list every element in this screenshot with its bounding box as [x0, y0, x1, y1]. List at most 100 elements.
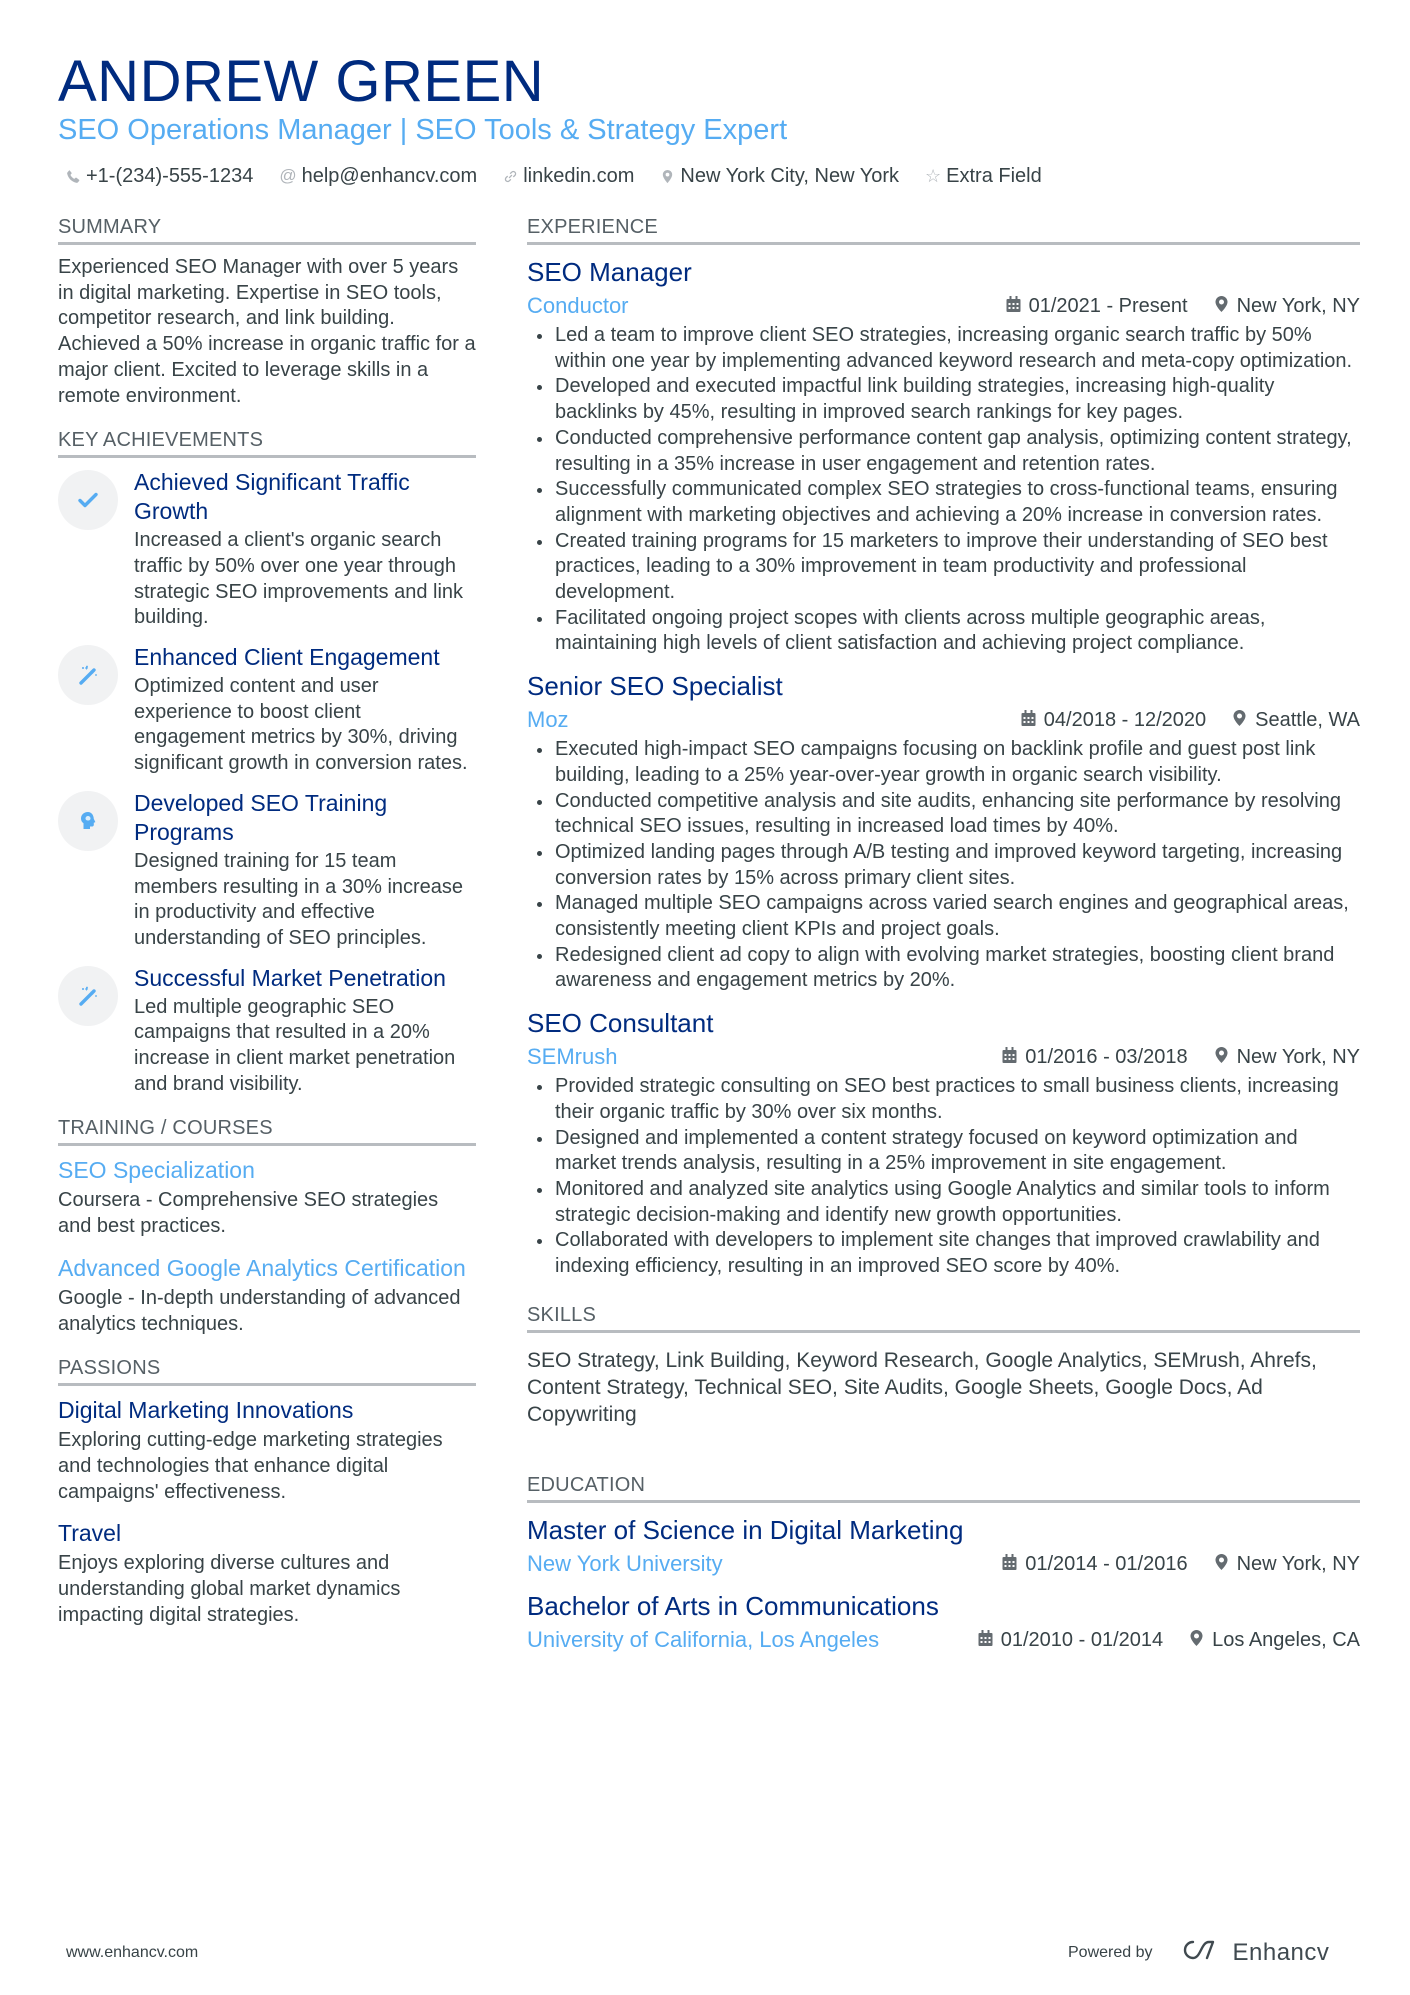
- skills-text: SEO Strategy, Link Building, Keyword Res…: [527, 1348, 1317, 1426]
- achievement-text: Increased a client's organic search traf…: [134, 529, 464, 629]
- company-name: Conductor: [527, 293, 629, 318]
- education-entry: Master of Science in Digital Marketing N…: [527, 1513, 1360, 1579]
- right-column: EXPERIENCE SEO Manager Conductor 01/2021…: [527, 214, 1360, 1665]
- degree-title: Bachelor of Arts in Communications: [527, 1590, 939, 1621]
- location-pin-icon: [1214, 292, 1229, 320]
- job-bullet: Redesigned client ad copy to align with …: [527, 943, 1360, 994]
- job-bullets: Led a team to improve client SEO strateg…: [527, 323, 1360, 657]
- company-name: Moz: [527, 707, 569, 733]
- phone-icon: [66, 169, 81, 184]
- job-dates: 04/2018 - 12/2020: [1043, 709, 1207, 732]
- section-title-passions: PASSIONS: [58, 1355, 476, 1387]
- enhancv-brand[interactable]: Enhancv: [1179, 1938, 1330, 1967]
- contact-phone-text: +1-(234)-555-1234: [86, 165, 254, 187]
- training-item: SEO Specialization Coursera - Comprehens…: [58, 1156, 476, 1239]
- powered-by-label: Powered by: [1068, 1943, 1153, 1961]
- job-bullet: Conducted competitive analysis and site …: [527, 789, 1360, 840]
- contact-linkedin-text: linkedin.com: [523, 165, 635, 187]
- training-section: TRAINING / COURSES SEO Specialization Co…: [58, 1115, 476, 1337]
- job-bullet: Facilitated ongoing project scopes with …: [527, 606, 1360, 657]
- job-location: Seattle, WA: [1255, 709, 1360, 732]
- job-entry: Senior SEO Specialist Moz 04/2018 - 12/2…: [527, 669, 1360, 994]
- job-bullets: Executed high-impact SEO campaigns focus…: [527, 737, 1360, 994]
- link-icon: [503, 169, 518, 184]
- job-bullet: Successfully communicated complex SEO st…: [527, 477, 1360, 528]
- checkmark-icon: [58, 470, 118, 531]
- job-entry: SEO Manager Conductor 01/2021 - Present …: [527, 255, 1360, 657]
- footer-branding: Powered by Enhancv: [1068, 1938, 1329, 1967]
- location-pin-icon: [1232, 706, 1247, 734]
- education-dates: 01/2014 - 01/2016: [1025, 1552, 1188, 1575]
- achievement-title: Enhanced Client Engagement: [134, 644, 440, 671]
- section-title-skills: SKILLS: [527, 1302, 1360, 1333]
- job-bullet: Managed multiple SEO campaigns across va…: [527, 891, 1360, 942]
- training-title: SEO Specialization: [58, 1157, 255, 1184]
- job-location: New York, NY: [1236, 1046, 1360, 1069]
- magic-wand-icon: [58, 965, 118, 1026]
- degree-title: Master of Science in Digital Marketing: [527, 1514, 964, 1545]
- job-bullet: Monitored and analyzed site analytics us…: [527, 1177, 1360, 1228]
- achievement-title: Developed SEO Training Programs: [134, 789, 388, 845]
- section-title-achievements: KEY ACHIEVEMENTS: [58, 427, 476, 459]
- passion-text: Exploring cutting-edge marketing strateg…: [58, 1429, 443, 1503]
- achievement-title: Successful Market Penetration: [134, 964, 446, 991]
- achievement-text: Optimized content and user experience to…: [134, 675, 468, 775]
- job-bullet: Optimized landing pages through A/B test…: [527, 840, 1360, 891]
- head-brain-icon: [58, 790, 118, 851]
- job-bullet: Conducted comprehensive performance cont…: [527, 426, 1360, 477]
- footer-website-link[interactable]: www.enhancv.com: [66, 1944, 198, 1962]
- contact-phone[interactable]: +1-(234)-555-1234: [66, 162, 253, 190]
- company-name: SEMrush: [527, 1044, 618, 1070]
- job-dates: 01/2016 - 03/2018: [1025, 1046, 1188, 1069]
- job-title: SEO Consultant: [527, 1008, 714, 1039]
- calendar-icon: [1006, 292, 1021, 320]
- location-pin-icon: [1189, 1626, 1204, 1654]
- experience-section: EXPERIENCE SEO Manager Conductor 01/2021…: [527, 214, 1360, 1280]
- training-text: Coursera - Comprehensive SEO strategies …: [58, 1189, 439, 1238]
- candidate-headline: SEO Operations Manager | SEO Tools & Str…: [58, 114, 788, 146]
- achievement-item: Developed SEO Training Programs Designed…: [58, 789, 476, 952]
- job-entry: SEO Consultant SEMrush 01/2016 - 03/2018…: [527, 1006, 1360, 1280]
- at-icon: @: [279, 166, 297, 185]
- brand-name: Enhancv: [1232, 1938, 1330, 1966]
- training-title: Advanced Google Analytics Certification: [58, 1254, 466, 1281]
- job-bullet: Created training programs for 15 markete…: [527, 529, 1360, 606]
- candidate-name: ANDREW GREEN: [58, 49, 545, 114]
- school-name: New York University: [527, 1550, 723, 1576]
- achievements-section: KEY ACHIEVEMENTS Achieved Significant Tr…: [58, 427, 476, 1097]
- job-bullet: Collaborated with developers to implemen…: [527, 1228, 1360, 1279]
- contact-row: +1-(234)-555-1234 @ help@enhancv.com lin…: [66, 162, 1042, 190]
- job-bullet: Executed high-impact SEO campaigns focus…: [527, 737, 1360, 788]
- education-entry: Bachelor of Arts in Communications Unive…: [527, 1589, 1360, 1655]
- job-bullet: Provided strategic consulting on SEO bes…: [527, 1074, 1360, 1125]
- summary-section: SUMMARY Experienced SEO Manager with ove…: [58, 214, 476, 409]
- contact-location: New York City, New York: [660, 162, 899, 190]
- job-bullet: Designed and implemented a content strat…: [527, 1126, 1360, 1177]
- location-pin-icon: [660, 169, 675, 184]
- section-title-experience: EXPERIENCE: [527, 214, 1360, 245]
- summary-text: Experienced SEO Manager with over 5 year…: [58, 256, 476, 407]
- left-column: SUMMARY Experienced SEO Manager with ove…: [58, 214, 476, 1647]
- school-name: University of California, Los Angeles: [527, 1626, 880, 1652]
- job-title: SEO Manager: [527, 257, 692, 287]
- training-text: Google - In-depth understanding of advan…: [58, 1286, 461, 1335]
- location-pin-icon: [1214, 1043, 1229, 1071]
- achievement-item: Successful Market Penetration Led multip…: [58, 964, 476, 1098]
- passion-text: Enjoys exploring diverse cultures and un…: [58, 1552, 401, 1626]
- contact-linkedin[interactable]: linkedin.com: [503, 162, 634, 190]
- achievement-item: Achieved Significant Traffic Growth Incr…: [58, 468, 476, 631]
- job-dates: 01/2021 - Present: [1028, 295, 1188, 317]
- job-location: New York, NY: [1236, 295, 1360, 317]
- skills-section: SKILLS SEO Strategy, Link Building, Keyw…: [527, 1302, 1360, 1428]
- calendar-icon: [1002, 1043, 1017, 1071]
- passion-item: Digital Marketing Innovations Exploring …: [58, 1396, 476, 1505]
- location-pin-icon: [1214, 1550, 1229, 1578]
- passion-title: Travel: [58, 1520, 122, 1547]
- contact-email[interactable]: @ help@enhancv.com: [279, 162, 477, 190]
- star-icon: ☆: [925, 166, 942, 186]
- training-item: Advanced Google Analytics Certification …: [58, 1254, 476, 1337]
- achievement-text: Led multiple geographic SEO campaigns th…: [134, 995, 456, 1095]
- contact-extra: ☆ Extra Field: [925, 162, 1042, 190]
- passion-item: Travel Enjoys exploring diverse cultures…: [58, 1519, 476, 1628]
- education-location: Los Angeles, CA: [1212, 1628, 1360, 1651]
